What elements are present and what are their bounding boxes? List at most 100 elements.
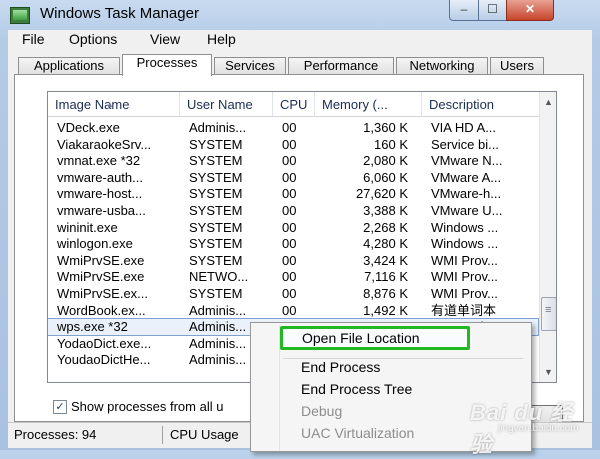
- cell-memory: 4,280 K: [363, 236, 408, 252]
- ctx-debug: Debug: [301, 403, 343, 419]
- process-row[interactable]: vmware-host... SYSTEM 00 27,620 K VMware-h..…: [48, 186, 538, 202]
- cell-memory: 27,620 K: [355, 186, 408, 202]
- process-row[interactable]: wininit.exe SYSTEM 00 2,268 K Windows ...: [48, 220, 538, 236]
- status-cpu: CPU Usage: [170, 427, 239, 442]
- process-row[interactable]: WordBook.ex... Adminis... 00 1,492 K 有道单词本: [48, 303, 538, 319]
- process-row[interactable]: winlogon.exe SYSTEM 00 4,280 K Windows ...: [48, 236, 538, 252]
- cell-user-name: SYSTEM: [189, 236, 243, 252]
- cell-description: WMI Prov...: [431, 269, 498, 285]
- cell-image-name: WmiPrvSE.exe: [57, 252, 145, 268]
- tab-performance[interactable]: Performance: [288, 57, 394, 75]
- cell-description: WMI Prov...: [431, 252, 498, 268]
- cell-image-name: YoudaoDictHe...: [57, 352, 151, 368]
- menu-bar: File Options View Help: [8, 30, 592, 50]
- cell-user-name: Adminis...: [189, 120, 247, 135]
- cell-memory: 3,388 K: [363, 203, 408, 218]
- scroll-thumb[interactable]: [541, 297, 556, 331]
- process-row[interactable]: WmiPrvSE.exe NETWO... 00 7,116 K WMI Prov...: [48, 269, 538, 285]
- cell-description: 有道单词本: [431, 302, 497, 318]
- menu-help[interactable]: Help: [207, 31, 236, 47]
- cell-user-name: NETWO...: [189, 269, 249, 285]
- close-button[interactable]: ✕: [506, 0, 554, 21]
- cell-memory: 3,424 K: [363, 252, 408, 268]
- process-row[interactable]: VDeck.exe Adminis... 00 1,360 K VIA HD A...: [48, 120, 538, 136]
- process-row[interactable]: vmnat.exe *32 SYSTEM 00 2,080 K VMware N...: [48, 153, 538, 169]
- cell-cpu: 00: [282, 269, 297, 285]
- cell-memory: 1,360 K: [363, 120, 408, 135]
- cell-image-name: vmware-host...: [57, 186, 143, 202]
- cell-memory: 6,060 K: [363, 169, 408, 185]
- cell-user-name: SYSTEM: [189, 203, 243, 218]
- process-row[interactable]: ViakaraokeSrv... SYSTEM 00 160 K Service bi.…: [48, 137, 538, 153]
- cell-description: VMware-h...: [431, 186, 502, 202]
- tab-services[interactable]: Services: [214, 57, 286, 75]
- cell-image-name: winlogon.exe: [57, 236, 133, 252]
- cell-memory: 160 K: [374, 136, 408, 152]
- cell-description: WMI Prov...: [431, 286, 498, 301]
- maximize-button[interactable]: ☐: [478, 0, 507, 21]
- cell-description: VMware A...: [431, 169, 502, 185]
- minimize-button[interactable]: –: [449, 0, 479, 21]
- cell-user-name: SYSTEM: [189, 153, 243, 169]
- scroll-up-icon[interactable]: ▲: [540, 94, 556, 111]
- process-row[interactable]: WmiPrvSE.exe SYSTEM 00 3,424 K WMI Prov...: [48, 253, 538, 269]
- cell-cpu: 00: [282, 252, 297, 268]
- tab-processes[interactable]: Processes: [122, 54, 212, 76]
- cell-image-name: vmnat.exe *32: [57, 153, 141, 169]
- cell-user-name: SYSTEM: [189, 252, 243, 268]
- title-bar[interactable]: Windows Task Manager – ☐ ✕: [0, 0, 600, 30]
- show-all-label: Show processes from all u: [71, 399, 224, 414]
- menu-file[interactable]: File: [22, 31, 45, 47]
- cell-image-name: WordBook.ex...: [57, 302, 146, 318]
- watermark-url: jingyan.baidu.com: [498, 423, 579, 434]
- cell-cpu: 00: [282, 286, 297, 301]
- cell-user-name: SYSTEM: [189, 286, 243, 301]
- cell-description: VMware U...: [431, 203, 503, 218]
- vertical-scrollbar[interactable]: ▲ ▼: [539, 92, 556, 382]
- cell-cpu: 00: [282, 203, 297, 218]
- task-manager-icon: [10, 7, 30, 24]
- cell-cpu: 00: [282, 236, 297, 252]
- ctx-end-process-tree[interactable]: End Process Tree: [301, 381, 412, 397]
- process-row[interactable]: vmware-auth... SYSTEM 00 6,060 K VMware A...: [48, 170, 538, 186]
- ctx-open-file-location-label: Open File Location: [302, 330, 420, 346]
- status-divider: [162, 426, 163, 444]
- column-image-name[interactable]: ▲ Image Name: [48, 92, 180, 116]
- ctx-uac-virtualization: UAC Virtualization: [301, 425, 415, 441]
- cell-memory: 2,080 K: [363, 153, 408, 169]
- tab-networking[interactable]: Networking: [396, 57, 488, 75]
- cell-image-name: WmiPrvSE.exe: [57, 269, 145, 285]
- status-processes: Processes: 94: [14, 427, 97, 442]
- task-manager-window: Windows Task Manager – ☐ ✕ File Options …: [0, 0, 600, 457]
- cell-memory: 7,116 K: [364, 269, 408, 285]
- scroll-down-icon[interactable]: ▼: [540, 364, 556, 381]
- cell-image-name: wps.exe *32: [57, 319, 128, 335]
- cell-description: VMware N...: [431, 153, 503, 169]
- sort-arrow-icon: ▲: [106, 100, 114, 109]
- cell-description: Windows ...: [431, 236, 499, 252]
- ctx-end-process[interactable]: End Process: [301, 359, 380, 375]
- column-cpu[interactable]: CPU: [273, 92, 315, 116]
- cell-user-name: Adminis...: [189, 302, 247, 318]
- tab-applications[interactable]: Applications: [18, 57, 120, 75]
- column-memory[interactable]: Memory (...: [315, 92, 422, 116]
- cell-description: VIA HD A...: [431, 120, 497, 135]
- cell-cpu: 00: [282, 186, 297, 202]
- cell-user-name: SYSTEM: [189, 169, 243, 185]
- cell-cpu: 00: [282, 153, 297, 169]
- cell-image-name: wininit.exe: [57, 219, 118, 235]
- window-title: Windows Task Manager: [40, 5, 199, 22]
- column-user-name[interactable]: User Name: [180, 92, 273, 116]
- process-row[interactable]: vmware-usba... SYSTEM 00 3,388 K VMware U...: [48, 203, 538, 219]
- show-all-checkbox[interactable]: ✓: [53, 400, 67, 414]
- cell-image-name: vmware-auth...: [57, 169, 143, 185]
- column-description[interactable]: Description: [422, 92, 539, 116]
- cell-cpu: 00: [282, 219, 297, 235]
- menu-options[interactable]: Options: [69, 31, 117, 47]
- menu-view[interactable]: View: [150, 31, 180, 47]
- tab-users[interactable]: Users: [490, 57, 544, 75]
- ctx-open-file-location[interactable]: Open File Location: [280, 326, 470, 350]
- cell-user-name: SYSTEM: [189, 136, 243, 152]
- cell-image-name: ViakaraokeSrv...: [57, 136, 152, 152]
- process-row[interactable]: WmiPrvSE.ex... SYSTEM 00 8,876 K WMI Prov...: [48, 286, 538, 302]
